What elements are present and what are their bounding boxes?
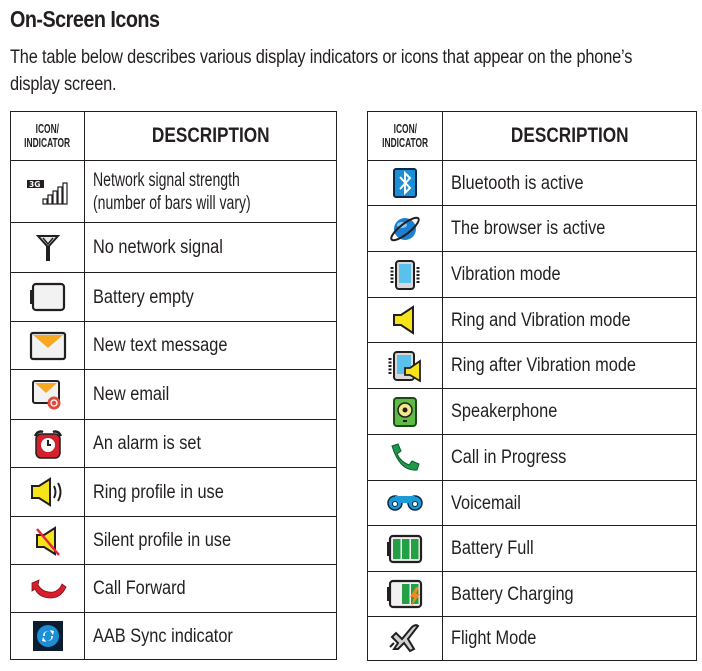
table-row: Battery empty <box>10 272 337 322</box>
vibration-icon <box>389 259 421 290</box>
call-forward-icon <box>29 578 67 598</box>
row-description: Call Forward <box>93 578 186 599</box>
row-description: Voicemail <box>451 492 521 514</box>
text-message-icon <box>29 331 67 360</box>
ring-vibration-icon <box>391 305 419 335</box>
row-description: Battery Charging <box>451 583 574 605</box>
table-header: ICON/INDICATOR DESCRIPTION <box>10 111 337 161</box>
table-row: Ring after Vibration mode <box>367 342 697 389</box>
row-description: Ring and Vibration mode <box>451 309 631 331</box>
table-row: Vibration mode <box>367 251 697 298</box>
row-description: The browser is active <box>451 218 606 239</box>
table-row: AAB Sync indicator <box>10 612 337 660</box>
description-column-header: DESCRIPTION <box>84 111 337 161</box>
row-description: Ring after Vibration mode <box>451 355 636 376</box>
row-description: An alarm is set <box>93 433 202 454</box>
row-description: Battery Full <box>451 538 534 559</box>
bluetooth-icon <box>393 168 417 198</box>
intro-paragraph: The table below describes various displa… <box>10 47 633 95</box>
browser-icon <box>387 216 423 241</box>
table-row: Battery Full <box>367 525 697 572</box>
row-description: Ring profile in use <box>93 481 224 503</box>
table-row: Ring and Vibration mode <box>367 297 697 343</box>
email-icon <box>31 379 65 409</box>
alarm-icon <box>32 429 64 459</box>
table-row: Call in Progress <box>367 434 697 481</box>
row-description: Silent profile in use <box>93 530 232 551</box>
silent-profile-icon <box>33 525 63 556</box>
icon-column-header: ICON/INDICATOR <box>367 111 443 161</box>
voicemail-icon <box>387 494 423 511</box>
aab-sync-icon <box>32 621 63 651</box>
table-row: Silent profile in use <box>10 516 337 565</box>
row-description: Speakerphone <box>451 401 558 422</box>
table-row: Bluetooth is active <box>367 160 697 206</box>
table-row: New email <box>10 369 337 420</box>
battery-full-icon <box>386 534 424 563</box>
battery-empty-icon <box>29 282 67 312</box>
description-column-header: DESCRIPTION <box>442 111 697 161</box>
table-row: Voicemail <box>367 480 697 526</box>
row-description: Battery empty <box>93 286 194 308</box>
speakerphone-icon <box>393 396 417 427</box>
row-description: New text message <box>93 335 228 356</box>
network-signal-icon: 3G <box>26 179 70 205</box>
table-header: ICON/INDICATOR DESCRIPTION <box>367 111 697 161</box>
row-description: No network signal <box>93 237 223 258</box>
row-description: AAB Sync indicator <box>93 625 233 647</box>
row-description: Bluetooth is active <box>451 172 584 194</box>
table-row: The browser is active <box>367 205 697 252</box>
flight-mode-icon <box>388 623 422 652</box>
table-row: No network signal <box>10 222 337 273</box>
row-description: Call in Progress <box>451 447 567 468</box>
ring-after-vibration-icon <box>387 350 423 382</box>
table-row: An alarm is set <box>10 419 337 468</box>
row-description: New email <box>93 384 170 405</box>
call-in-progress-icon <box>388 442 422 471</box>
table-row: Flight Mode <box>367 616 697 661</box>
table-row: Battery Charging <box>367 571 697 617</box>
table-row: Call Forward <box>10 564 337 613</box>
row-description: Network signal strength (number of bars w… <box>93 169 251 214</box>
table-row: Ring profile in use <box>10 467 337 517</box>
table-row: New text message <box>10 321 337 370</box>
icons-table-right: ICON/INDICATOR DESCRIPTION Bluetooth is … <box>367 111 697 661</box>
row-description: Vibration mode <box>451 264 561 285</box>
battery-charging-icon <box>386 579 424 609</box>
ring-profile-icon <box>30 477 66 507</box>
page-title: On-Screen Icons <box>10 6 160 32</box>
table-row: Speakerphone <box>367 388 697 435</box>
svg-text:3G: 3G <box>29 180 40 189</box>
no-signal-icon <box>35 234 60 261</box>
icons-table-left: ICON/INDICATOR DESCRIPTION 3G Network si… <box>10 111 337 660</box>
table-row: 3G Network signal strength (number of bar… <box>10 160 337 223</box>
icon-column-header: ICON/INDICATOR <box>10 111 85 161</box>
row-description: Flight Mode <box>451 628 537 649</box>
